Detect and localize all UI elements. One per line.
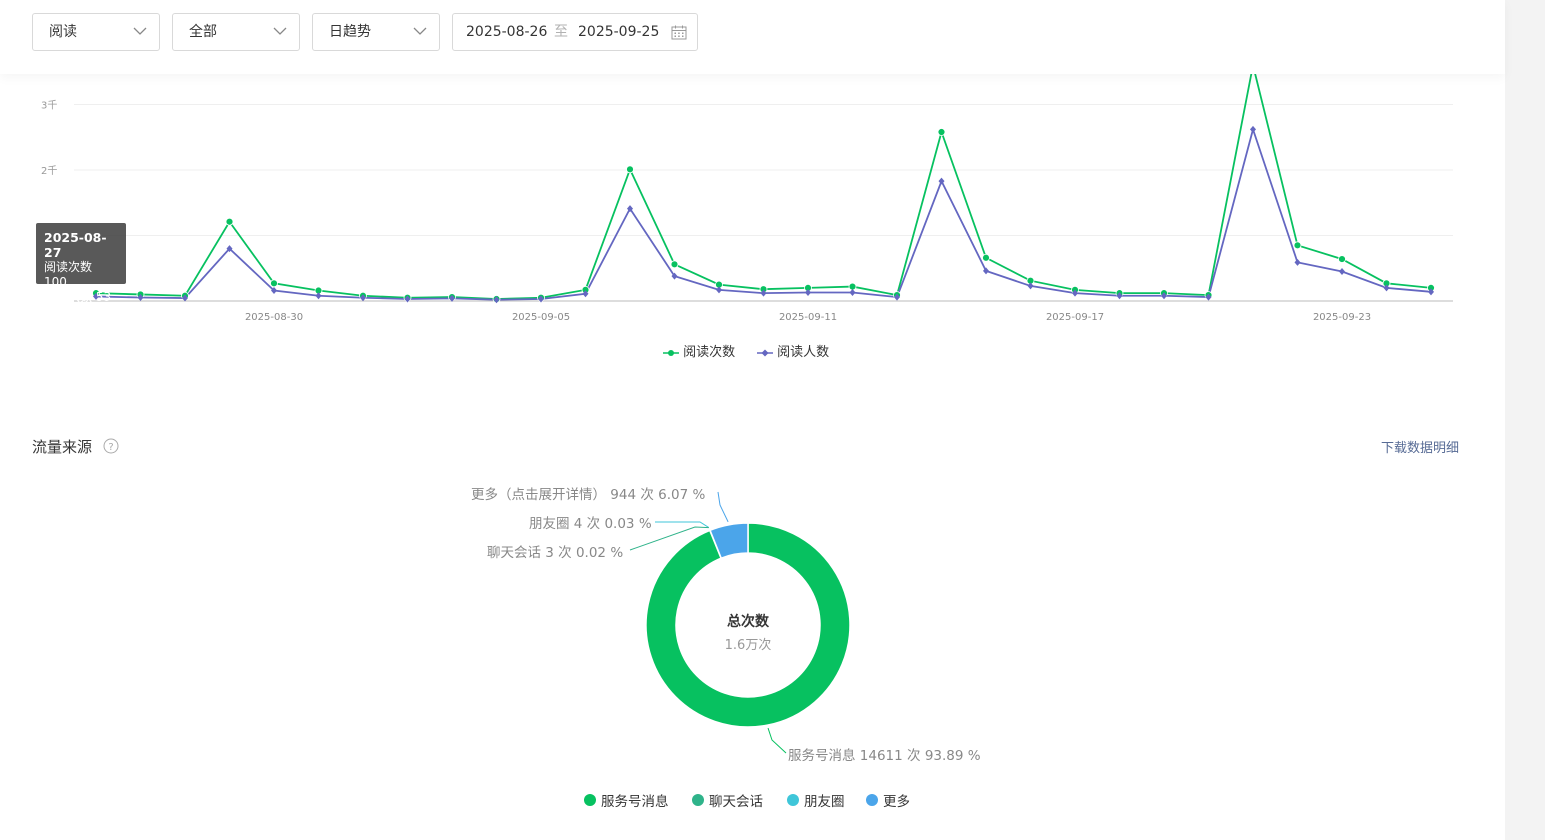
donut-center-value: 1.6万次 bbox=[724, 638, 772, 653]
line-dot-icon bbox=[663, 349, 679, 356]
x-tick-label: 2025-08-30 bbox=[245, 312, 303, 323]
metric-select[interactable]: 阅读 bbox=[32, 13, 160, 51]
legend-dot-icon bbox=[787, 794, 799, 806]
trend-line-chart[interactable]: 2千 3千 2025-08-30 2025-09-05 2025-09-11 2025-… bbox=[0, 74, 1505, 374]
scope-select[interactable]: 全部 bbox=[172, 13, 300, 51]
x-tick-label: 2025-09-23 bbox=[1313, 312, 1371, 323]
tooltip-readers: 阅读人数 53 bbox=[44, 290, 112, 304]
pie-label-chat: 聊天会话 3 次 0.02 % bbox=[487, 545, 624, 561]
date-separator: 至 bbox=[554, 24, 568, 40]
y-tick-label: 3千 bbox=[41, 100, 57, 112]
data-point-reads[interactable] bbox=[626, 165, 634, 174]
x-tick-label: 2025-09-05 bbox=[512, 312, 570, 323]
legend-label-reads: 阅读次数 bbox=[683, 345, 736, 360]
leader-line-more bbox=[717, 491, 729, 523]
date-range-picker[interactable]: 2025-08-26 至 2025-09-25 bbox=[452, 13, 698, 51]
data-point-readers[interactable] bbox=[1339, 268, 1345, 276]
pie-label-service: 服务号消息 14611 次 93.89 % bbox=[788, 748, 981, 764]
period-select-value: 日趋势 bbox=[329, 24, 371, 40]
svg-text:?: ? bbox=[108, 442, 113, 453]
y-tick-label: 2千 bbox=[41, 165, 57, 177]
metric-select-value: 阅读 bbox=[49, 24, 77, 40]
date-end[interactable]: 2025-09-25 bbox=[578, 14, 659, 50]
data-point-reads[interactable] bbox=[1293, 241, 1302, 250]
tooltip-reads: 阅读次数 100 bbox=[44, 260, 93, 289]
pie-legend-service[interactable]: 服务号消息 bbox=[584, 790, 669, 810]
pie-legend-label: 服务号消息 bbox=[601, 794, 669, 810]
data-point-reads[interactable] bbox=[982, 253, 990, 262]
leader-line-moments bbox=[655, 521, 710, 528]
data-point-reads[interactable] bbox=[270, 279, 278, 288]
data-point-readers[interactable] bbox=[1294, 258, 1301, 266]
legend-dot-icon bbox=[692, 794, 704, 806]
data-point-reads[interactable] bbox=[937, 128, 946, 136]
chevron-down-icon bbox=[273, 27, 287, 35]
data-point-reads[interactable] bbox=[1338, 255, 1346, 263]
line-diamond-icon bbox=[757, 349, 773, 356]
legend-item-reads[interactable]: 阅读次数 bbox=[663, 341, 735, 360]
help-icon[interactable]: ? bbox=[103, 438, 119, 454]
series-line-reads bbox=[95, 74, 1432, 300]
download-details-link[interactable]: 下载数据明细 bbox=[1381, 437, 1459, 456]
leader-line-service bbox=[767, 727, 787, 754]
pie-label-moments: 朋友圈 4 次 0.03 % bbox=[529, 516, 652, 532]
legend-dot-icon bbox=[584, 794, 596, 806]
period-select[interactable]: 日趋势 bbox=[312, 13, 440, 51]
pie-legend-chat[interactable]: 聊天会话 bbox=[692, 790, 763, 810]
x-tick-label: 2025-09-11 bbox=[779, 312, 837, 323]
right-gutter bbox=[1505, 0, 1545, 840]
pie-legend-more[interactable]: 更多 bbox=[866, 790, 910, 810]
traffic-source-title: 流量来源 bbox=[32, 438, 93, 456]
pie-legend-label: 更多 bbox=[883, 794, 910, 810]
data-point-readers[interactable] bbox=[849, 288, 856, 296]
scope-select-value: 全部 bbox=[189, 24, 217, 40]
date-start[interactable]: 2025-08-26 bbox=[466, 14, 547, 50]
filter-bar: 阅读 全部 日趋势 2025-08-26 至 2025-09-25 bbox=[0, 0, 1505, 74]
chevron-down-icon bbox=[413, 27, 427, 35]
donut-center-title: 总次数 bbox=[727, 614, 769, 630]
pie-legend-label: 聊天会话 bbox=[709, 794, 763, 810]
chevron-down-icon bbox=[133, 27, 147, 35]
chart-tooltip: 2025-08-27 阅读次数 100 阅读人数 53 bbox=[36, 223, 126, 304]
tooltip-date: 2025-08-27 bbox=[44, 230, 107, 260]
pie-label-more[interactable]: 更多（点击展开详情） 944 次 6.07 % bbox=[471, 483, 705, 503]
legend-item-readers[interactable]: 阅读人数 bbox=[757, 341, 829, 360]
data-point-reads[interactable] bbox=[225, 217, 234, 226]
data-point-reads[interactable] bbox=[670, 260, 679, 269]
pie-legend-label: 朋友圈 bbox=[804, 794, 845, 810]
main-panel: 阅读 全部 日趋势 2025-08-26 至 2025-09-25 2千 3千 bbox=[0, 0, 1505, 840]
data-point-readers[interactable] bbox=[1250, 125, 1256, 133]
series-line-readers bbox=[95, 126, 1432, 301]
calendar-icon[interactable] bbox=[671, 25, 687, 40]
x-tick-label: 2025-09-17 bbox=[1046, 312, 1104, 323]
pie-legend-moments[interactable]: 朋友圈 bbox=[787, 790, 845, 810]
legend-label-readers: 阅读人数 bbox=[777, 345, 830, 360]
legend-dot-icon bbox=[866, 794, 878, 806]
